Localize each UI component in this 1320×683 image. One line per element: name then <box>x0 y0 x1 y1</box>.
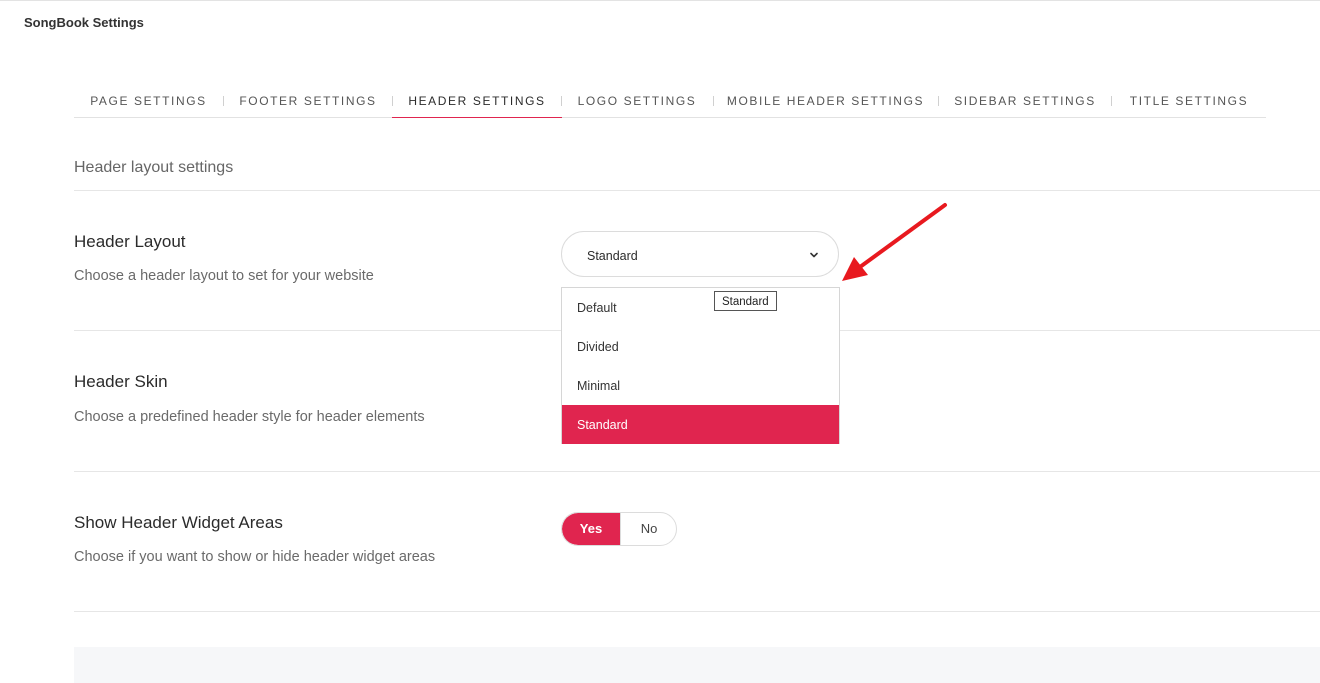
tab-title-settings[interactable]: TITLE SETTINGS <box>1112 90 1266 117</box>
option-label: Divided <box>577 340 619 354</box>
header-layout-title: Header Layout <box>74 232 186 251</box>
dropdown-option-standard[interactable]: Standard <box>562 405 839 444</box>
tab-logo-settings[interactable]: LOGO SETTINGS <box>562 90 712 117</box>
select-value: Standard <box>587 249 638 263</box>
widget-areas-title: Show Header Widget Areas <box>74 513 283 532</box>
header-layout-dropdown: Default Divided Minimal Standard <box>561 287 840 444</box>
dropdown-option-default[interactable]: Default <box>562 288 839 327</box>
divider <box>74 190 1320 191</box>
settings-tabs: PAGE SETTINGS FOOTER SETTINGS HEADER SET… <box>74 90 1266 118</box>
toggle-yes-button[interactable]: Yes <box>562 513 620 545</box>
app-title: SongBook Settings <box>24 15 144 30</box>
divider <box>74 611 1320 612</box>
header-layout-description: Choose a header layout to set for your w… <box>74 268 374 284</box>
tab-sidebar-settings[interactable]: SIDEBAR SETTINGS <box>939 90 1111 117</box>
chevron-down-icon <box>810 252 818 258</box>
tooltip: Standard <box>714 291 777 311</box>
header-layout-select[interactable]: Standard <box>561 231 839 277</box>
toggle-no-button[interactable]: No <box>620 513 676 545</box>
tab-footer-settings[interactable]: FOOTER SETTINGS <box>224 90 392 117</box>
option-label: Minimal <box>577 379 621 393</box>
divider <box>74 471 1320 472</box>
top-divider <box>0 0 1320 1</box>
option-label: Default <box>577 301 617 315</box>
bottom-panel <box>74 647 1320 683</box>
section-title: Header layout settings <box>74 159 234 176</box>
header-skin-description: Choose a predefined header style for hea… <box>74 409 425 425</box>
option-label: Standard <box>577 418 628 432</box>
widget-areas-toggle: Yes No <box>561 512 677 546</box>
dropdown-option-minimal[interactable]: Minimal <box>562 366 839 405</box>
header-skin-title: Header Skin <box>74 372 168 391</box>
tab-mobile-header-settings[interactable]: MOBILE HEADER SETTINGS <box>714 90 937 117</box>
tab-page-settings[interactable]: PAGE SETTINGS <box>74 90 223 117</box>
red-arrow-icon <box>842 203 947 281</box>
dropdown-option-divided[interactable]: Divided <box>562 327 839 366</box>
tab-header-settings[interactable]: HEADER SETTINGS <box>392 90 562 118</box>
widget-areas-description: Choose if you want to show or hide heade… <box>74 549 436 565</box>
